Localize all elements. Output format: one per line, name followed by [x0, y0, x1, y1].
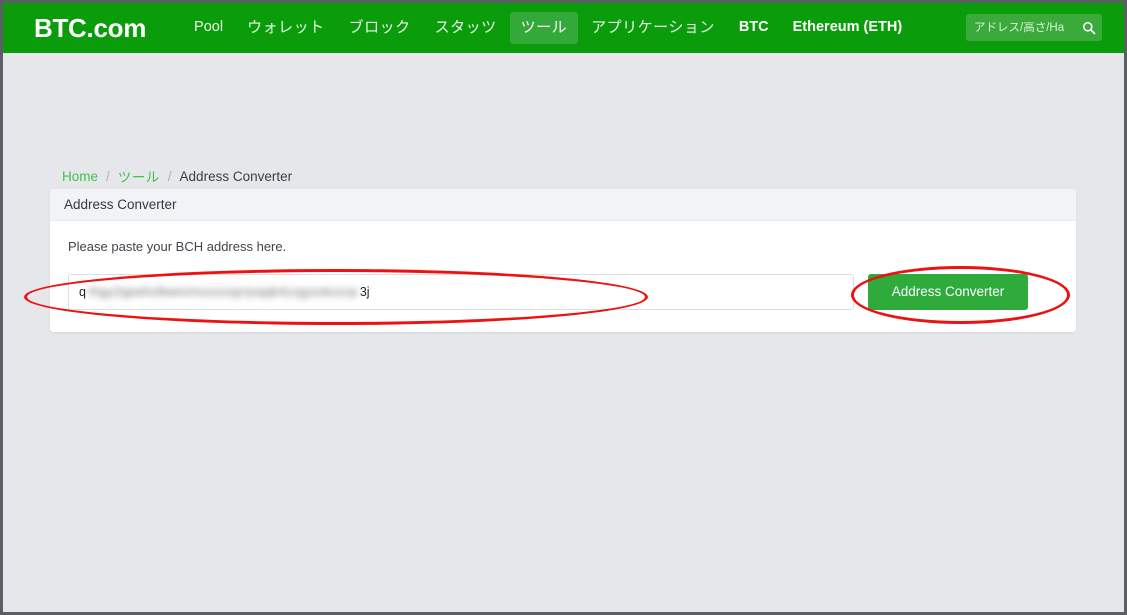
- converter-form: q rhgy2qpwhz8wexmvzzzzqzrjvqqk4zzgyxskzzz…: [68, 274, 1058, 310]
- card-header: Address Converter: [50, 189, 1076, 221]
- help-text: Please paste your BCH address here.: [68, 239, 287, 254]
- breadcrumb-tools[interactable]: ツール: [118, 166, 160, 186]
- breadcrumb-separator: /: [167, 168, 172, 184]
- address-input[interactable]: [68, 274, 854, 310]
- browser-screenshot: BTC.com Pool ウォレット ブロック スタッツ ツール アプリケーショ…: [0, 0, 1127, 615]
- address-input-wrapper[interactable]: q rhgy2qpwhz8wexmvzzzzqzrjvqqk4zzgyxskzzz…: [68, 274, 854, 310]
- nav-menu: Pool ウォレット ブロック スタッツ ツール アプリケーション BTC Et…: [182, 3, 914, 53]
- breadcrumb: Home / ツール / Address Converter: [62, 166, 292, 186]
- nav-search-box[interactable]: [966, 14, 1102, 41]
- nav-item-applications[interactable]: アプリケーション: [580, 12, 726, 44]
- nav-item-stats[interactable]: スタッツ: [424, 12, 508, 44]
- search-icon[interactable]: [1082, 21, 1096, 35]
- nav-item-btc[interactable]: BTC: [728, 12, 780, 44]
- nav-item-wallet[interactable]: ウォレット: [236, 12, 336, 44]
- address-converter-card: Address Converter Please paste your BCH …: [50, 189, 1076, 332]
- nav-item-blocks[interactable]: ブロック: [338, 12, 422, 44]
- page-title: Address Converter: [64, 197, 177, 212]
- nav-item-tools[interactable]: ツール: [509, 11, 579, 45]
- breadcrumb-current: Address Converter: [179, 168, 293, 184]
- breadcrumb-separator: /: [106, 168, 110, 184]
- nav-item-pool[interactable]: Pool: [183, 12, 234, 44]
- page-frame: BTC.com Pool ウォレット ブロック スタッツ ツール アプリケーショ…: [3, 3, 1124, 612]
- search-input[interactable]: [974, 21, 1080, 34]
- top-navigation-bar: BTC.com Pool ウォレット ブロック スタッツ ツール アプリケーショ…: [3, 3, 1124, 53]
- card-body: Please paste your BCH address here. q rhg…: [50, 221, 1076, 332]
- address-converter-button[interactable]: Address Converter: [868, 274, 1028, 310]
- breadcrumb-home[interactable]: Home: [62, 169, 98, 184]
- site-logo[interactable]: BTC.com: [34, 15, 146, 41]
- nav-item-ethereum[interactable]: Ethereum (ETH): [782, 12, 914, 44]
